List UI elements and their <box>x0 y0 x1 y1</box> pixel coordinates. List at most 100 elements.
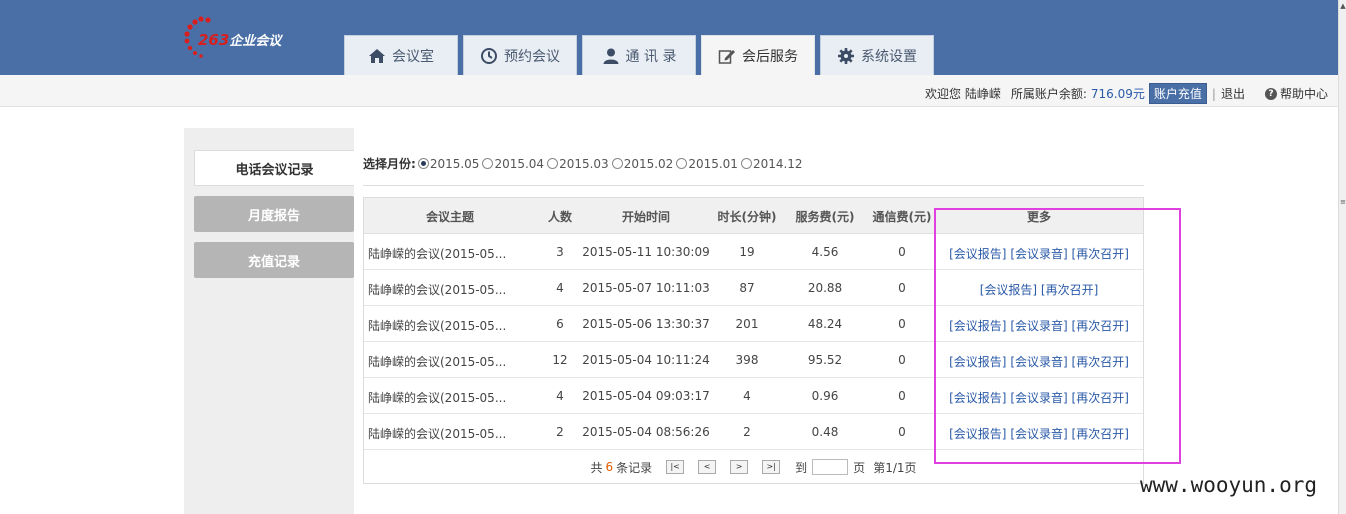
cell-comm-fee: 0 <box>898 425 906 439</box>
tab-label: 通 讯 录 <box>625 48 677 65</box>
month-radio[interactable]: 2015.03 <box>547 157 609 171</box>
table-row: 陆峥嵘的会议(2015-05... 2 2015-05-04 08:56:26 2 0.… <box>364 414 1143 450</box>
cell-service-fee: 48.24 <box>807 317 843 331</box>
pager-total-count: 6 <box>605 460 614 474</box>
month-option-label: 2015.04 <box>494 156 545 171</box>
row-actions: [会议报告] [会议录音] [再次召开] <box>936 389 1142 406</box>
pager-total-prefix: 共 <box>590 460 603 475</box>
meeting-recording-link[interactable]: [会议录音] <box>1010 427 1067 441</box>
meeting-report-link[interactable]: [会议报告] <box>949 247 1006 261</box>
row-actions: [会议报告] [再次召开] <box>936 281 1142 298</box>
meeting-recording-link[interactable]: [会议录音] <box>1010 319 1067 333</box>
gear-icon <box>838 47 854 64</box>
radio-icon <box>547 158 559 169</box>
month-radio[interactable]: 2015.05 <box>417 156 480 171</box>
sidebar-item-label: 电话会议记录 <box>235 162 314 178</box>
help-icon: ? <box>1264 87 1277 100</box>
reconvene-link[interactable]: [再次召开] <box>1041 283 1098 297</box>
table-row: 陆峥嵘的会议(2015-05... 12 2015-05-04 10:11:24 39… <box>364 342 1143 378</box>
meeting-report-link[interactable]: [会议报告] <box>949 427 1006 441</box>
radio-icon <box>482 158 494 169</box>
meeting-report-link[interactable]: [会议报告] <box>949 355 1006 369</box>
meeting-report-link[interactable]: [会议报告] <box>980 283 1037 297</box>
vertical-scrollbar[interactable]: ▲ ≡ <box>1338 0 1346 514</box>
sidebar-item-call-records[interactable]: 电话会议记录 <box>194 150 354 186</box>
sidebar-item-label: 充值记录 <box>247 254 300 270</box>
row-actions: [会议报告] [会议录音] [再次召开] <box>936 317 1142 334</box>
logout-link[interactable]: 退出 <box>1221 85 1245 102</box>
column-header-people: 人数 <box>547 210 572 224</box>
table-row: 陆峥嵘的会议(2015-05... 4 2015-05-07 10:11:03 87 2… <box>364 270 1143 306</box>
cell-people: 3 <box>556 245 564 259</box>
page-info: 第1/1页 <box>873 460 917 475</box>
meeting-report-link[interactable]: [会议报告] <box>949 319 1006 333</box>
tab-meeting-room[interactable]: 会议室 <box>344 35 458 75</box>
reconvene-link[interactable]: [再次召开] <box>1072 427 1129 441</box>
meeting-recording-link[interactable]: [会议录音] <box>1010 247 1067 261</box>
tab-contacts[interactable]: 通 讯 录 <box>582 35 696 75</box>
first-page-button[interactable]: |< <box>666 460 685 474</box>
cell-duration: 201 <box>735 317 759 331</box>
user-icon <box>603 48 619 64</box>
cell-duration: 87 <box>739 281 755 295</box>
month-option-label: 2015.05 <box>429 156 480 171</box>
pagination: 共 6 条记录 |< < > >| 到 页 第1/1页 <box>364 450 1143 484</box>
tab-system-settings[interactable]: 系统设置 <box>820 35 934 75</box>
help-center-link[interactable]: ? 帮助中心 <box>1264 85 1328 102</box>
sidebar-item-recharge-records[interactable]: 充值记录 <box>194 242 354 278</box>
logo[interactable]: 263企业会议 <box>184 14 324 58</box>
cell-topic: 陆峥嵘的会议(2015-05... <box>368 283 507 297</box>
scroll-up-icon[interactable]: ▲ <box>1340 2 1346 10</box>
cell-topic: 陆峥嵘的会议(2015-05... <box>368 247 507 261</box>
column-header-start-time: 开始时间 <box>621 210 670 224</box>
prev-page-button[interactable]: < <box>698 460 717 474</box>
reconvene-link[interactable]: [再次召开] <box>1072 247 1129 261</box>
month-radio[interactable]: 2015.01 <box>676 157 738 171</box>
cell-service-fee: 4.56 <box>811 245 839 259</box>
cell-start-time: 2015-05-04 09:03:17 <box>582 389 710 403</box>
row-actions: [会议报告] [会议录音] [再次召开] <box>936 245 1142 262</box>
month-option-label: 2015.02 <box>623 156 674 171</box>
separator: | <box>1211 86 1216 101</box>
next-page-button[interactable]: > <box>730 460 749 474</box>
page-number-input[interactable] <box>812 459 849 475</box>
radio-icon <box>740 158 752 169</box>
cell-start-time: 2015-05-04 10:11:24 <box>582 353 710 367</box>
page-unit-label: 页 <box>853 460 866 475</box>
tab-schedule-meeting[interactable]: 预约会议 <box>463 35 577 75</box>
radio-checked-icon <box>417 158 429 169</box>
reconvene-link[interactable]: [再次召开] <box>1072 355 1129 369</box>
last-page-button[interactable]: >| <box>762 460 781 474</box>
reconvene-link[interactable]: [再次召开] <box>1072 319 1129 333</box>
month-option-label: 2015.01 <box>688 156 738 171</box>
sidebar-item-monthly-report[interactable]: 月度报告 <box>194 196 354 232</box>
tab-post-meeting-service[interactable]: 会后服务 <box>701 35 815 75</box>
row-actions: [会议报告] [会议录音] [再次召开] <box>936 353 1142 370</box>
scroll-grip-icon[interactable]: ≡ <box>1340 198 1346 206</box>
cell-topic: 陆峥嵘的会议(2015-05... <box>368 427 507 441</box>
meeting-recording-link[interactable]: [会议录音] <box>1010 355 1067 369</box>
clock-icon <box>481 47 497 64</box>
month-radio[interactable]: 2015.02 <box>611 156 674 171</box>
cell-service-fee: 20.88 <box>807 281 843 295</box>
meeting-recording-link[interactable]: [会议录音] <box>1010 391 1067 405</box>
tab-label: 预约会议 <box>504 48 560 65</box>
help-label: 帮助中心 <box>1279 87 1328 101</box>
cell-duration: 19 <box>739 245 755 259</box>
month-option-label: 2015.03 <box>559 156 609 171</box>
logo-number: 263 <box>198 31 230 49</box>
recharge-button[interactable]: 账户充值 <box>1148 83 1207 104</box>
month-radio[interactable]: 2014.12 <box>740 156 803 171</box>
cell-people: 12 <box>552 353 568 367</box>
column-header-topic: 会议主题 <box>425 210 474 224</box>
cell-service-fee: 0.48 <box>811 425 839 439</box>
cell-comm-fee: 0 <box>898 389 906 403</box>
month-option-label: 2014.12 <box>752 156 803 171</box>
column-header-service-fee: 服务费(元) <box>795 210 855 224</box>
reconvene-link[interactable]: [再次召开] <box>1072 391 1129 405</box>
cell-duration: 2 <box>743 425 751 439</box>
home-icon <box>369 48 385 63</box>
cell-people: 4 <box>556 389 564 403</box>
month-radio[interactable]: 2015.04 <box>482 157 544 171</box>
meeting-report-link[interactable]: [会议报告] <box>949 391 1006 405</box>
